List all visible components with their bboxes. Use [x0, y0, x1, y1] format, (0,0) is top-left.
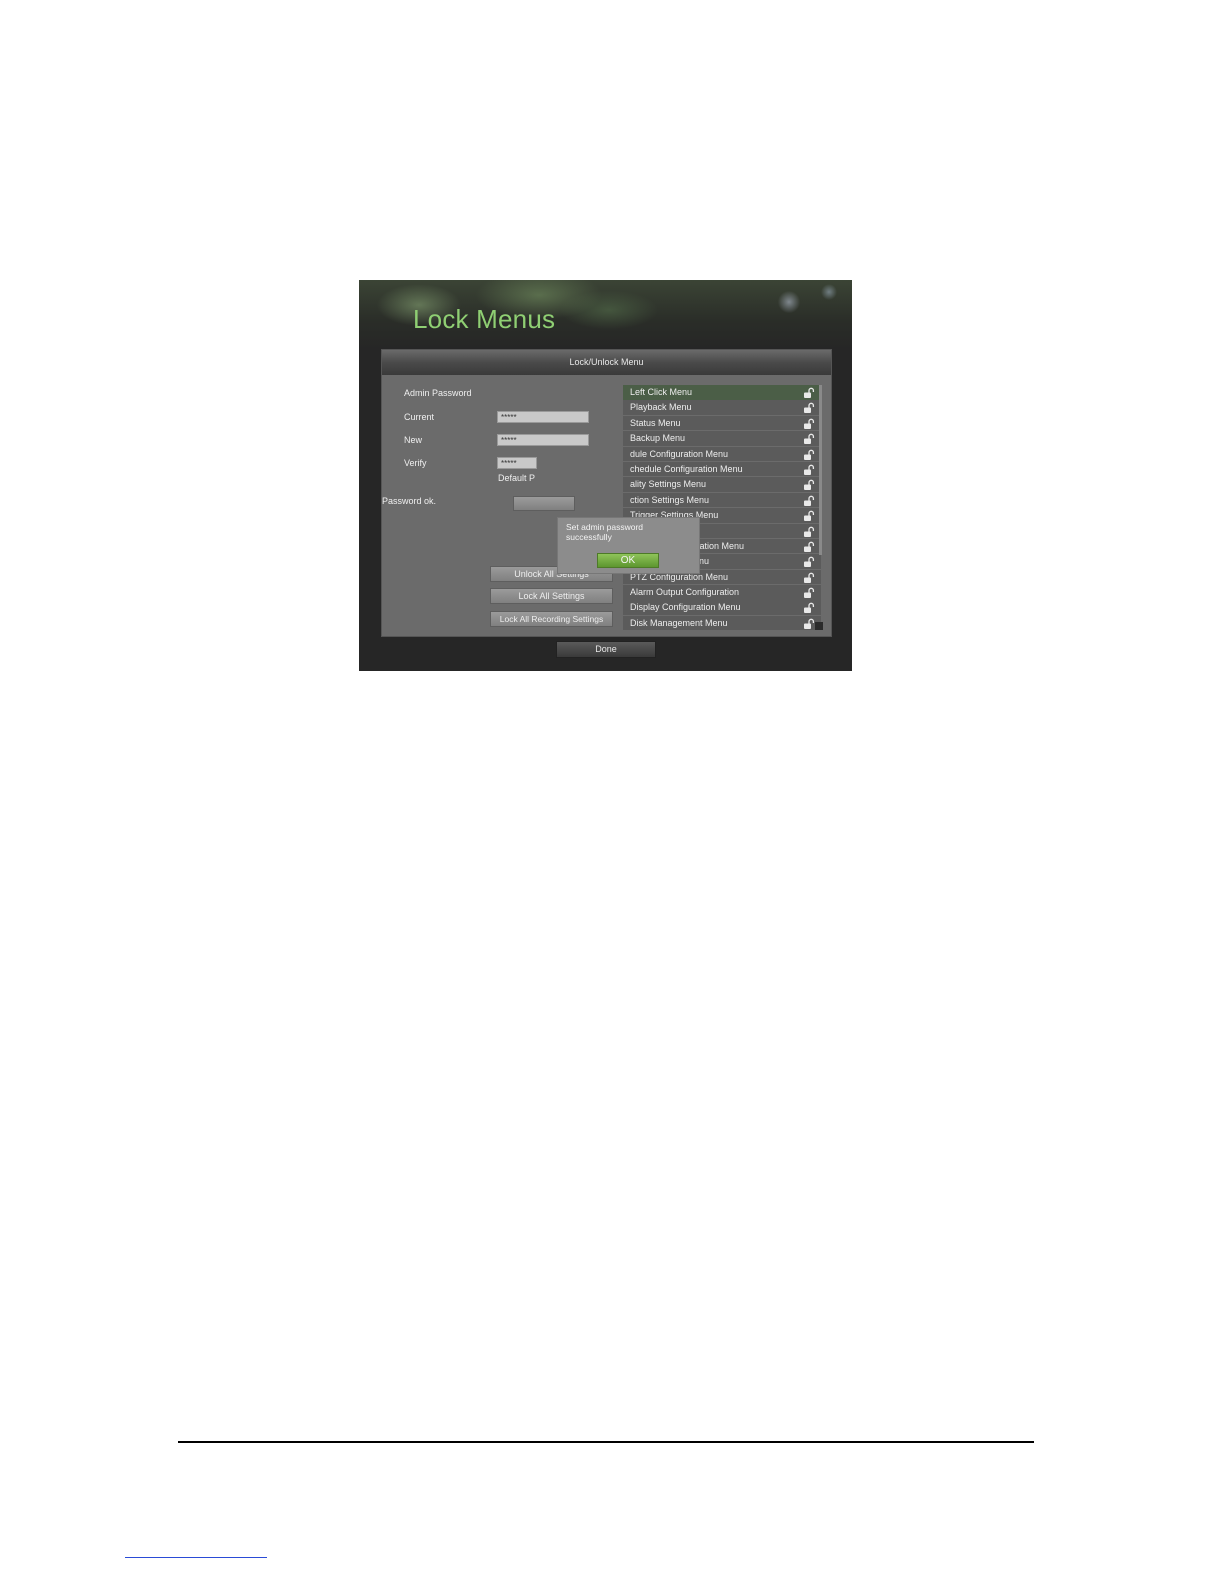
password-status-label: Password ok. — [382, 496, 437, 506]
menu-lock-row-label: ality Settings Menu — [630, 479, 707, 490]
unlock-icon[interactable] — [803, 586, 815, 599]
menu-lock-row-label: Disk Management Menu — [630, 617, 728, 628]
unlock-icon[interactable] — [803, 448, 815, 460]
footer-rule — [178, 1441, 1034, 1443]
menu-lock-row[interactable]: Backup Menu — [623, 431, 821, 446]
menu-lock-row[interactable]: Disk Management Menu — [623, 615, 821, 631]
unlock-icon[interactable] — [803, 494, 815, 506]
lock-all-recording-settings-button[interactable]: Lock All Recording Settings — [490, 611, 613, 627]
dialog-ok-button[interactable]: OK — [597, 553, 659, 568]
menu-lock-row-label: dule Configuration Menu — [630, 448, 729, 459]
unlock-icon[interactable] — [803, 463, 815, 475]
menu-lock-row[interactable]: ction Settings Menu — [623, 492, 821, 508]
menu-lock-row-label: Left Click Menu — [630, 387, 693, 397]
panel-header: Lock/Unlock Menu — [382, 350, 831, 375]
menu-lock-row[interactable]: Status Menu — [623, 415, 821, 431]
menu-lock-row[interactable]: chedule Configuration Menu — [623, 461, 821, 477]
verify-password-field[interactable]: ***** — [497, 457, 537, 469]
menu-lock-row-label: ction Settings Menu — [630, 494, 710, 505]
unlock-icon[interactable] — [803, 601, 815, 614]
current-password-field[interactable]: ***** — [497, 411, 589, 423]
scrollbar[interactable] — [819, 385, 822, 555]
header-banner: Lock Menus — [359, 280, 852, 350]
success-dialog: Set admin password successfully OK — [557, 517, 700, 574]
lock-unlock-panel: Lock/Unlock Menu Admin Password Current … — [381, 349, 832, 637]
panel-title: Lock/Unlock Menu — [569, 357, 644, 367]
menu-lock-row[interactable]: Playback Menu — [623, 400, 821, 415]
menu-lock-row-label: Status Menu — [630, 417, 681, 428]
menu-lock-row-label: Playback Menu — [630, 402, 692, 413]
unlock-icon[interactable] — [803, 432, 815, 445]
unlock-icon[interactable] — [803, 478, 815, 491]
default-password-label: Default P — [498, 473, 536, 483]
unlock-icon[interactable] — [803, 525, 815, 537]
menu-lock-row-label: Alarm Output Configuration — [630, 587, 740, 598]
verify-label: Verify — [404, 458, 427, 468]
new-label: New — [404, 435, 423, 445]
unlock-icon[interactable] — [803, 386, 815, 398]
menu-lock-row[interactable]: ality Settings Menu — [623, 477, 821, 492]
menu-lock-row-label: Display Configuration Menu — [630, 602, 741, 613]
unlock-icon[interactable] — [803, 540, 815, 552]
lock-all-settings-button[interactable]: Lock All Settings — [490, 588, 613, 604]
unlock-icon[interactable] — [803, 571, 815, 583]
menu-lock-row[interactable]: dule Configuration Menu — [623, 446, 821, 462]
menu-lock-row[interactable]: Left Click Menu — [623, 385, 821, 400]
menu-lock-list: Left Click Menu Playback Menu Status Menu B… — [623, 385, 821, 631]
unlock-icon[interactable] — [803, 401, 815, 414]
password-ok-button[interactable] — [513, 496, 575, 511]
menu-lock-row[interactable]: Display Configuration Menu — [623, 600, 821, 615]
menu-lock-row[interactable]: Alarm Output Configuration — [623, 585, 821, 600]
page-title: Lock Menus — [413, 304, 556, 334]
unlock-icon[interactable] — [803, 509, 815, 522]
menu-lock-row-label: chedule Configuration Menu — [630, 463, 743, 474]
unlock-icon[interactable] — [803, 417, 815, 429]
done-button[interactable]: Done — [556, 641, 656, 658]
current-label: Current — [404, 412, 435, 422]
menu-lock-row-label: Backup Menu — [630, 433, 686, 444]
dialog-message: Set admin password successfully — [566, 522, 644, 542]
dvr-screenshot: Lock Menus Lock/Unlock Menu Admin Passwo… — [359, 280, 852, 671]
new-password-field[interactable]: ***** — [497, 434, 589, 446]
unlock-icon[interactable] — [803, 555, 815, 568]
scrollbar-end — [815, 622, 823, 630]
footer-link-underline[interactable] — [125, 1557, 267, 1558]
admin-password-label: Admin Password — [404, 388, 472, 398]
unlock-icon[interactable] — [803, 617, 815, 629]
